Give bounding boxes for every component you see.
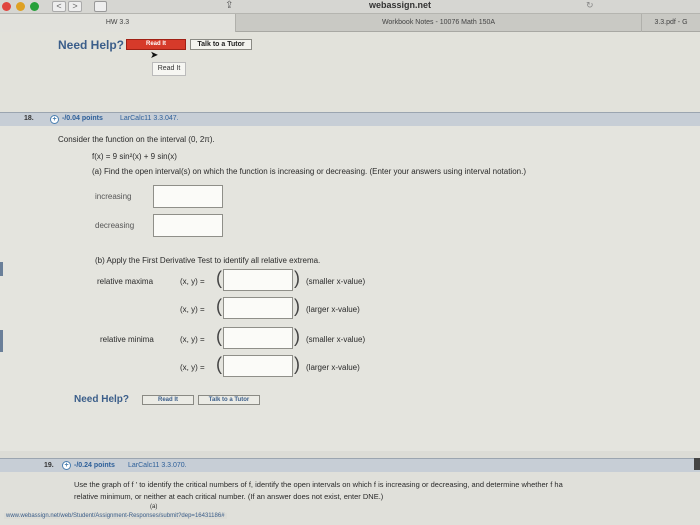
open-paren: ( — [216, 326, 222, 346]
question-19-text-line1: Use the graph of f ' to identify the cri… — [74, 480, 563, 489]
smaller-x-hint: (smaller x-value) — [306, 335, 366, 344]
decreasing-label: decreasing — [95, 221, 135, 230]
question-19-header: 19. + -/0.24 points LarCalc11 3.3.070. — [0, 458, 700, 472]
close-paren: ) — [294, 268, 300, 288]
question-number: 18. — [24, 115, 34, 122]
open-paren: ( — [216, 296, 222, 316]
close-paren: ) — [294, 354, 300, 374]
reload-icon[interactable]: ↻ — [586, 0, 594, 11]
open-paren: ( — [216, 268, 222, 288]
tab-label: 3.3.pdf - G — [654, 19, 688, 26]
address-bar[interactable]: webassign.net — [340, 0, 460, 10]
tab-hw[interactable]: HW 3.3 — [0, 14, 236, 32]
zoom-window-button[interactable] — [30, 2, 39, 11]
question-points: -/0.04 points — [62, 115, 103, 122]
relative-minima-label: relative minima — [100, 335, 154, 344]
question-intro: Consider the function on the interval (0… — [58, 135, 215, 144]
read-it-button[interactable]: Read It — [126, 39, 186, 50]
need-help-label: Need Help? — [58, 38, 125, 52]
tab-pdf[interactable]: 3.3.pdf - G — [642, 14, 700, 32]
expand-plus-icon[interactable]: + — [62, 461, 71, 470]
minimize-window-button[interactable] — [16, 2, 25, 11]
relative-minima-larger-input[interactable] — [223, 355, 293, 377]
window-controls — [2, 2, 39, 11]
share-icon[interactable]: ⇪ — [225, 0, 233, 11]
xy-equals-label: (x, y) = — [180, 277, 205, 286]
question-source[interactable]: LarCalc11 3.3.047. — [120, 115, 179, 122]
close-paren: ) — [294, 296, 300, 316]
expand-plus-icon[interactable]: + — [50, 115, 59, 124]
xy-equals-label: (x, y) = — [180, 335, 205, 344]
read-it-tooltip: Read It — [152, 62, 186, 76]
increasing-label: increasing — [95, 192, 132, 201]
relative-maxima-larger-input[interactable] — [223, 297, 293, 319]
larger-x-hint: (larger x-value) — [306, 363, 360, 372]
decreasing-input[interactable] — [153, 214, 223, 237]
tab-label: HW 3.3 — [105, 19, 130, 26]
left-edge-marker — [0, 330, 3, 352]
question-18-header: 18. + -/0.04 points LarCalc11 3.3.047. — [0, 112, 700, 126]
tab-workbook-notes[interactable]: Workbook Notes - 10076 Math 150A — [236, 14, 642, 32]
talk-to-tutor-button[interactable]: Talk to a Tutor — [190, 39, 252, 50]
scroll-handle[interactable] — [694, 458, 700, 470]
relative-minima-smaller-input[interactable] — [223, 327, 293, 349]
tab-bar: HW 3.3 Workbook Notes - 10076 Math 150A … — [0, 14, 700, 32]
part-b-prompt: (b) Apply the First Derivative Test to i… — [95, 256, 321, 265]
sidebar-toggle-button[interactable] — [94, 1, 107, 12]
mouse-cursor-icon: ➤ — [150, 50, 159, 61]
close-paren: ) — [294, 326, 300, 346]
back-button[interactable]: < — [52, 1, 66, 12]
talk-to-tutor-button[interactable]: Talk to a Tutor — [198, 395, 260, 405]
part-a-prompt: (a) Find the open interval(s) on which t… — [92, 167, 526, 176]
open-paren: ( — [216, 354, 222, 374]
question-points: -/0.24 points — [74, 462, 115, 469]
question-19-part-a-label: (a) — [150, 504, 158, 510]
xy-equals-label: (x, y) = — [180, 305, 205, 314]
tab-label: Workbook Notes - 10076 Math 150A — [381, 19, 496, 26]
left-edge-marker — [0, 262, 3, 276]
increasing-input[interactable] — [153, 185, 223, 208]
question-number: 19. — [44, 462, 54, 469]
larger-x-hint: (larger x-value) — [306, 305, 360, 314]
smaller-x-hint: (smaller x-value) — [306, 277, 366, 286]
read-it-button[interactable]: Read It — [142, 395, 194, 405]
question-19-text-line2: relative minimum, or neither at each cri… — [74, 492, 384, 501]
question-source[interactable]: LarCalc11 3.3.070. — [128, 462, 187, 469]
function-definition: f(x) = 9 sin²(x) + 9 sin(x) — [92, 152, 177, 161]
xy-equals-label: (x, y) = — [180, 363, 205, 372]
forward-button[interactable]: > — [68, 1, 82, 12]
relative-maxima-smaller-input[interactable] — [223, 269, 293, 291]
close-window-button[interactable] — [2, 2, 11, 11]
browser-toolbar: < > ⇪ webassign.net ↻ — [0, 0, 700, 14]
need-help-label: Need Help? — [74, 394, 130, 405]
relative-maxima-label: relative maxima — [97, 277, 154, 286]
status-bar-url: www.webassign.net/web/Student/Assignment… — [4, 513, 227, 519]
